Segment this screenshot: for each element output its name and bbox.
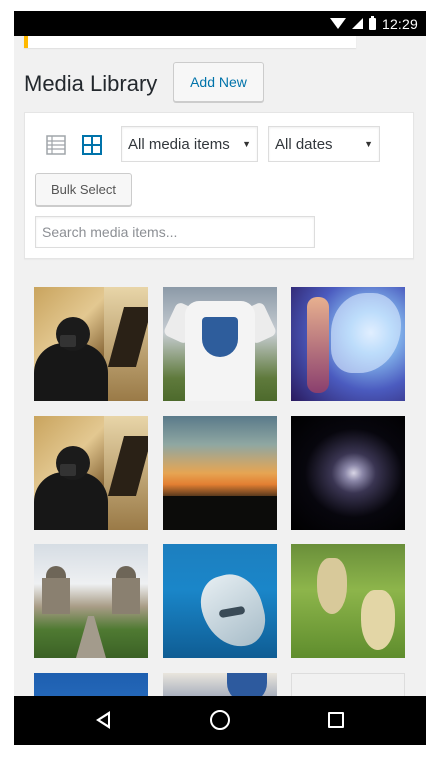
media-item[interactable] [163, 416, 277, 530]
media-grid [24, 275, 414, 745]
status-time: 12:29 [381, 15, 418, 32]
media-type-select[interactable]: All media items ▼ [121, 126, 258, 162]
signal-icon [351, 18, 363, 29]
home-icon[interactable] [210, 710, 230, 730]
battery-icon [368, 15, 376, 30]
media-type-select-value: All media items [128, 135, 230, 153]
grid-view-icon[interactable] [82, 135, 102, 155]
media-item[interactable] [291, 544, 405, 658]
status-icons: 12:29 [329, 11, 418, 36]
wifi-icon [329, 18, 346, 29]
list-view-icon[interactable] [46, 135, 66, 155]
media-item[interactable] [34, 544, 148, 658]
phone-screen: 12:29 Media Library Add New All media it… [14, 11, 426, 745]
media-item[interactable] [291, 416, 405, 530]
date-select-value: All dates [275, 135, 333, 153]
date-select[interactable]: All dates ▼ [268, 126, 380, 162]
media-item[interactable] [163, 287, 277, 401]
media-item[interactable] [291, 287, 405, 401]
android-nav-bar [14, 696, 426, 745]
media-item[interactable] [163, 544, 277, 658]
media-item[interactable] [34, 416, 148, 530]
status-bar: 12:29 [14, 11, 426, 36]
chevron-down-icon: ▼ [364, 139, 373, 149]
search-input[interactable] [35, 216, 315, 248]
media-toolbar: All media items ▼ All dates ▼ Bulk Selec… [24, 112, 414, 259]
bulk-select-button[interactable]: Bulk Select [35, 173, 132, 206]
admin-notice [24, 36, 356, 48]
chevron-down-icon: ▼ [242, 139, 251, 149]
add-new-button[interactable]: Add New [173, 62, 264, 102]
media-item[interactable] [34, 287, 148, 401]
recent-apps-icon[interactable] [328, 712, 344, 728]
page-title: Media Library [24, 71, 158, 96]
